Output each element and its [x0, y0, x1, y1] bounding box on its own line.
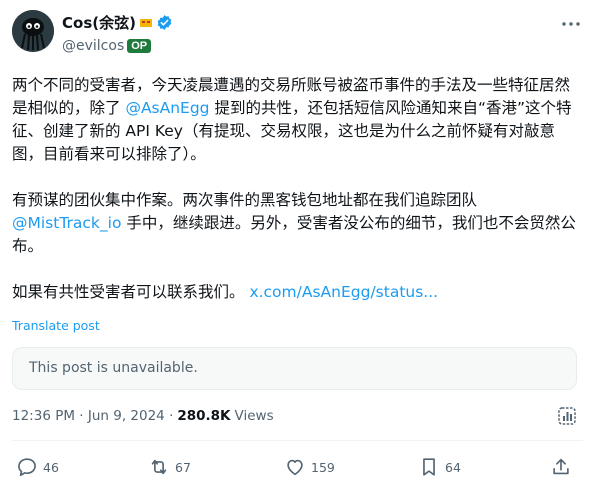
post-paragraph-2: 有预谋的团伙集中作案。两次事件的黑客钱包地址都在我们追踪团队 @MistTrac… — [12, 189, 577, 258]
heart-icon — [287, 459, 303, 476]
repost-count: 67 — [175, 459, 191, 475]
share-button[interactable] — [550, 454, 572, 480]
spider-avatar-icon — [12, 10, 54, 52]
reply-count: 46 — [43, 459, 59, 475]
unavailable-message: This post is unavailable. — [29, 360, 198, 376]
divider — [12, 440, 583, 441]
action-bar: 46 67 159 64 — [12, 454, 583, 480]
op-badge: OP — [127, 39, 152, 53]
reply-icon — [18, 458, 36, 477]
reply-button[interactable]: 46 — [16, 454, 59, 480]
repost-button[interactable]: 67 — [148, 454, 191, 480]
more-options-button[interactable] — [559, 16, 583, 32]
post-header: Cos(余弦) @evilcos OP — [12, 10, 583, 58]
analytics-icon[interactable] — [557, 406, 577, 426]
views-label: Views — [234, 408, 274, 424]
verified-badge-icon[interactable] — [156, 14, 173, 31]
like-count: 159 — [311, 459, 335, 475]
views-count: 280.8K — [177, 408, 231, 424]
author-handle[interactable]: @evilcos — [62, 38, 124, 54]
translate-post-link[interactable]: Translate post — [12, 318, 100, 333]
post-body: 两个不同的受害者，今天凌晨遭遇的交易所账号被盗币事件的手法及一些特征居然是相似的… — [12, 74, 577, 304]
status-link[interactable]: x.com/AsAnEgg/status... — [249, 283, 438, 301]
like-button[interactable]: 159 — [284, 454, 335, 480]
quoted-post-card: This post is unavailable. — [12, 347, 577, 390]
mention-misttrack[interactable]: @MistTrack_io — [12, 214, 121, 232]
crown-emoji-icon — [139, 19, 152, 27]
post-paragraph-1: 两个不同的受害者，今天凌晨遭遇的交易所账号被盗币事件的手法及一些特征居然是相似的… — [12, 74, 577, 166]
bookmark-button[interactable]: 64 — [418, 454, 461, 480]
post-timestamp[interactable]: 12:36 PM · Jun 9, 2024 · — [12, 408, 173, 424]
avatar[interactable] — [12, 10, 54, 52]
author-display-name[interactable]: Cos(余弦) — [62, 12, 136, 33]
paragraph-3-text-a: 如果有共性受害者可以联系我们。 — [12, 283, 250, 301]
post-paragraph-3: 如果有共性受害者可以联系我们。 x.com/AsAnEgg/status... — [12, 281, 577, 304]
mention-asanegg[interactable]: @AsAnEgg — [125, 99, 209, 117]
paragraph-2-text-a: 有预谋的团伙集中作案。两次事件的黑客钱包地址都在我们追踪团队 — [12, 191, 478, 209]
repost-icon — [151, 459, 167, 475]
bookmark-icon — [423, 458, 435, 476]
share-icon — [553, 458, 569, 475]
bookmark-count: 64 — [445, 459, 461, 475]
post-meta: 12:36 PM · Jun 9, 2024 · 280.8K Views — [12, 408, 274, 424]
more-dots-icon — [562, 22, 580, 26]
